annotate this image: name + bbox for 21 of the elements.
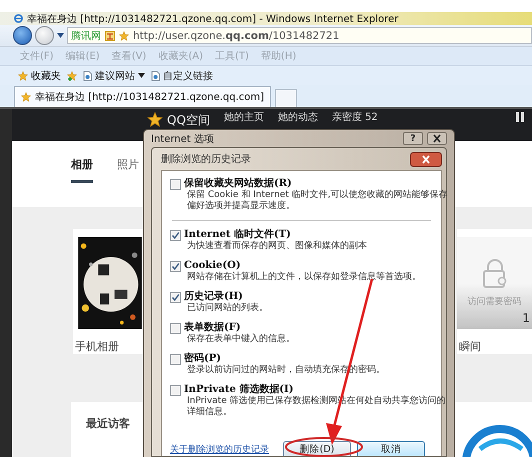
option-label: 历史记录(H) [184,291,244,302]
option-description: 保存在表单中键入的信息。 [186,334,296,345]
option-label: 表单数据(F) [184,322,242,334]
option-label: InPrivate 筛选数据(I) [184,384,294,396]
album-name: 手机相册 [75,339,119,354]
section-heading: 最近访客 [86,417,130,430]
option-label: Internet 临时文件(T) [184,229,292,240]
dialog-title: 删除浏览的历史记录 [161,152,252,166]
url-text: http://user.qzone.qq.com/1031482721 [133,30,340,42]
lock-message: 访问需要密码 [468,296,522,308]
dialog-title: Internet 选项 [151,132,215,146]
option-description: 网站存储在计算机上的文件，以保存如登录信息等首选项。 [186,272,422,283]
option-label: Cookie(O) [184,260,242,272]
window-title: 幸福在身边 [http://1031482721.qzone.qq.com] - Windows Internet Explorer [27,12,398,26]
option-label: 保留收藏夹网站数据(R) [184,178,293,190]
option-description: 为快速查看而保存的网页、图像和媒体的副本 [186,241,368,252]
photo-count: 1 [522,311,530,325]
album-name: 瞬间 [459,339,481,354]
site-label: 腾讯网 [71,30,101,42]
option-description: 已访问网站的列表。 [186,303,269,314]
option-label: 密码(P) [184,353,222,364]
